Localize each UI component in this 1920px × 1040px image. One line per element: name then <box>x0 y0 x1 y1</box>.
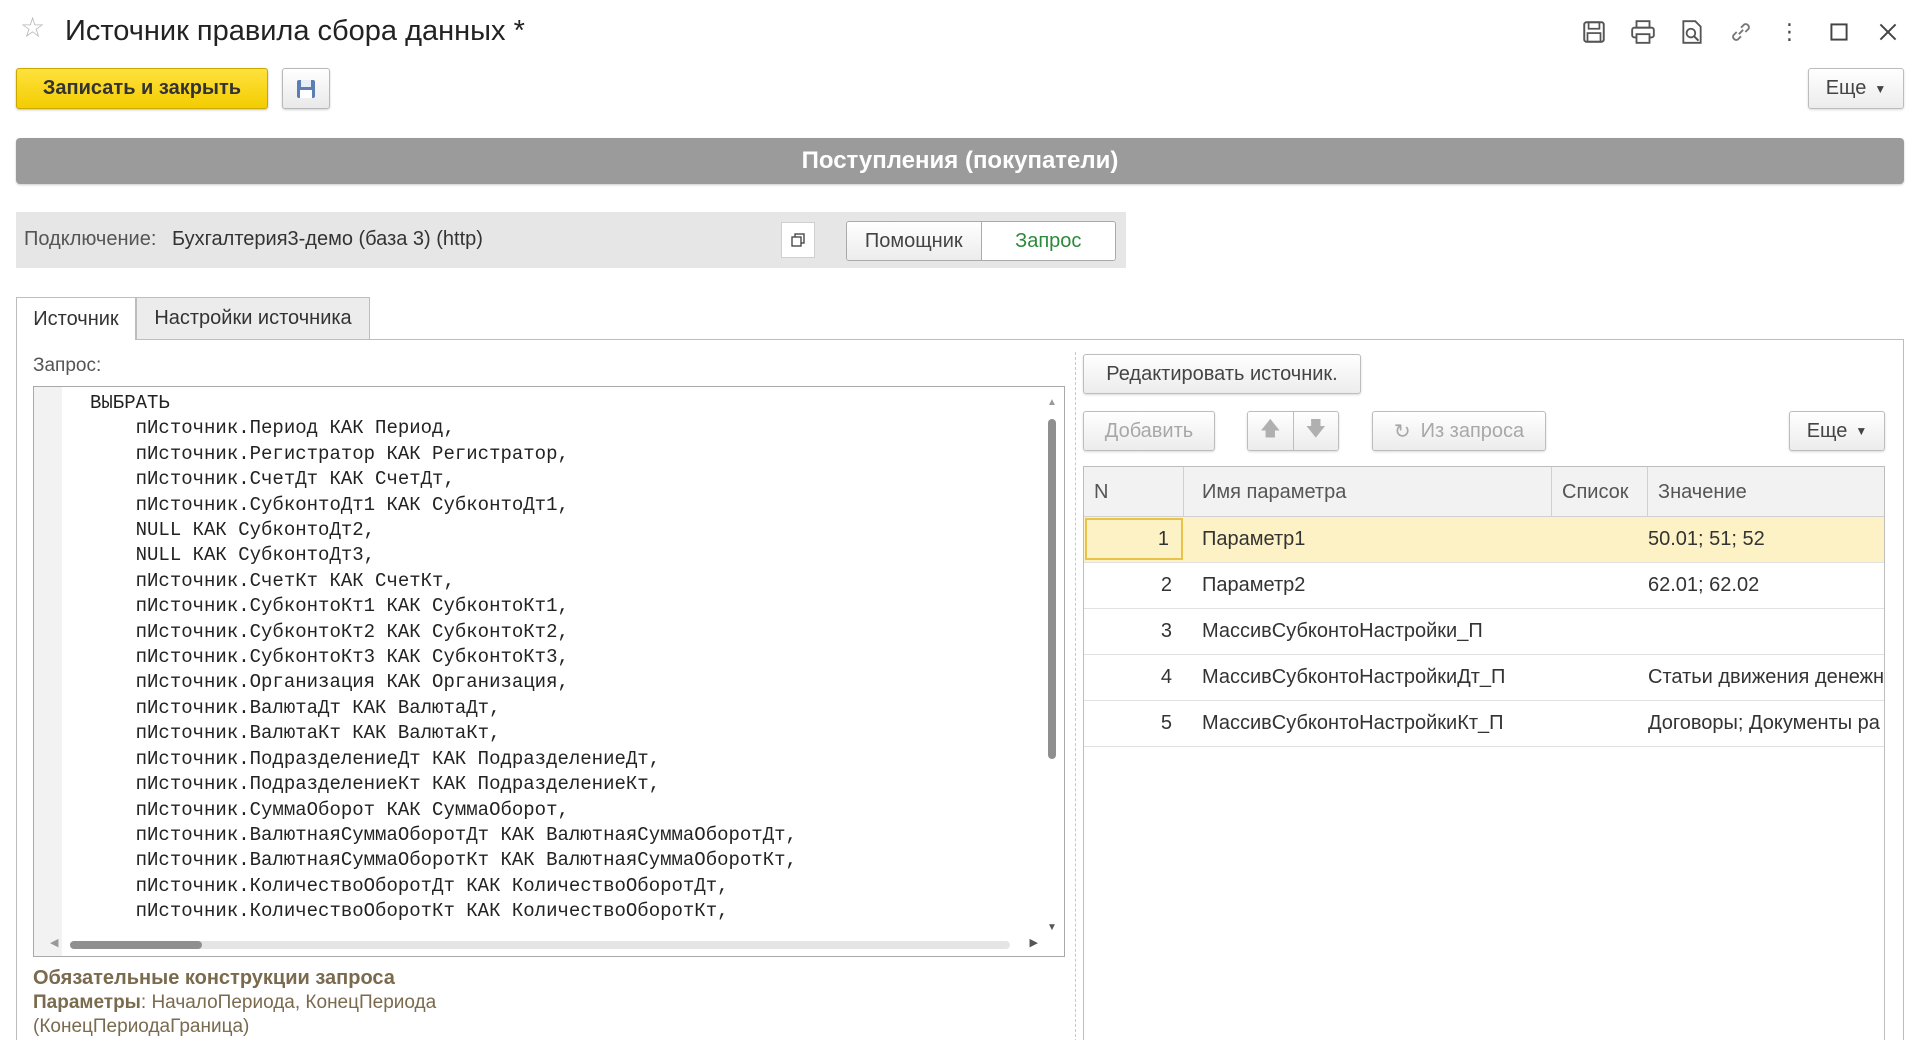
query-editor[interactable]: ВЫБРАТЬ пИсточник.Период КАК Период, пИс… <box>33 386 1065 957</box>
print-icon[interactable] <box>1618 12 1667 52</box>
table-row[interactable]: 5 МассивСубконтоНастройкиКт_П Договоры; До… <box>1084 701 1884 747</box>
title-bar: ☆ Источник правила сбора данных * ⋮ <box>0 0 1920 62</box>
scroll-thumb-h[interactable] <box>70 941 202 949</box>
cell-name[interactable]: МассивСубконтоНастройкиКт_П <box>1202 701 1552 746</box>
table-row[interactable]: 4 МассивСубконтоНастройкиДт_П Статьи движе… <box>1084 655 1884 701</box>
window-actions: ⋮ <box>1569 12 1912 52</box>
save-and-close-button[interactable]: Записать и закрыть <box>16 68 268 109</box>
query-text[interactable]: ВЫБРАТЬ пИсточник.Период КАК Период, пИс… <box>90 391 797 925</box>
editor-gutter <box>34 387 62 956</box>
tab-source-settings[interactable]: Настройки источника <box>136 297 370 339</box>
window-title: Источник правила сбора данных * <box>65 15 525 47</box>
add-button[interactable]: Добавить <box>1083 411 1215 451</box>
cell-value[interactable]: 50.01; 51; 52 <box>1648 517 1884 562</box>
table-row[interactable]: 3 МассивСубконтоНастройки_П <box>1084 609 1884 655</box>
rule-banner: Поступления (покупатели) <box>16 138 1904 184</box>
cell-name[interactable]: МассивСубконтоНастройки_П <box>1202 609 1552 654</box>
star-icon[interactable]: ☆ <box>20 14 45 42</box>
more-button-top[interactable]: Еще ▼ <box>1808 68 1904 109</box>
required-params: Параметры: НачалоПериода, КонецПериода (… <box>33 991 553 1039</box>
mode-query-button[interactable]: Запрос <box>981 222 1115 260</box>
floppy-icon <box>297 79 315 98</box>
kebab-icon[interactable]: ⋮ <box>1765 12 1814 52</box>
close-icon[interactable] <box>1863 12 1912 52</box>
scroll-thumb[interactable] <box>1048 419 1056 759</box>
more-label: Еще <box>1825 77 1867 99</box>
cell-name[interactable]: Параметр2 <box>1202 563 1552 608</box>
scroll-down-icon[interactable]: ▼ <box>1047 922 1057 933</box>
scroll-up-icon[interactable]: ▲ <box>1047 397 1057 408</box>
open-connection-button[interactable] <box>781 222 815 258</box>
cell-n[interactable]: 4 <box>1084 655 1184 700</box>
cell-name[interactable]: Параметр1 <box>1202 517 1552 562</box>
move-up-icon[interactable]: 🡅 <box>1248 412 1294 450</box>
required-constructs-title: Обязательные конструкции запроса <box>33 967 395 989</box>
col-list[interactable]: Список <box>1552 467 1648 517</box>
from-query-label: Из запроса <box>1420 419 1525 442</box>
col-value[interactable]: Значение <box>1648 467 1884 517</box>
col-n[interactable]: N <box>1084 467 1184 517</box>
horizontal-scrollbar[interactable]: ◀ ▶ <box>44 936 1044 952</box>
scroll-left-icon[interactable]: ◀ <box>50 936 58 949</box>
preview-icon[interactable] <box>1667 12 1716 52</box>
maximize-icon[interactable] <box>1814 12 1863 52</box>
save-button[interactable] <box>282 68 330 109</box>
table-row[interactable]: 2 Параметр2 62.01; 62.02 <box>1084 563 1884 609</box>
more-button-params[interactable]: Еще ▼ <box>1789 411 1885 451</box>
edit-source-button[interactable]: Редактировать источник. <box>1083 354 1361 394</box>
tab-source[interactable]: Источник <box>16 297 136 340</box>
open-window-icon <box>791 233 805 247</box>
cell-n[interactable]: 3 <box>1084 609 1184 654</box>
col-name[interactable]: Имя параметра <box>1184 467 1552 517</box>
mode-switch: Помощник Запрос <box>846 221 1116 261</box>
connection-label: Подключение: <box>24 228 157 250</box>
cell-n[interactable]: 2 <box>1084 563 1184 608</box>
move-buttons: 🡅 🡇 <box>1247 411 1339 451</box>
scroll-right-icon[interactable]: ▶ <box>1030 936 1038 949</box>
caret-down-icon: ▼ <box>1855 424 1868 438</box>
table-row[interactable]: 1 Параметр1 50.01; 51; 52 <box>1084 517 1884 563</box>
connection-field[interactable]: Бухгалтерия3-демо (база 3) (http) <box>172 228 483 251</box>
panel-divider[interactable] <box>1075 352 1076 1040</box>
table-header: N Имя параметра Список Значение <box>1084 467 1884 517</box>
caret-down-icon: ▼ <box>1874 81 1887 96</box>
params-table: N Имя параметра Список Значение 1 Парамет… <box>1083 466 1885 1040</box>
scroll-track[interactable] <box>70 941 1010 949</box>
cell-value[interactable]: Договоры; Документы ра <box>1648 701 1884 746</box>
mode-assistant-button[interactable]: Помощник <box>847 222 982 260</box>
query-label: Запрос: <box>33 355 102 376</box>
connection-row: Подключение: Бухгалтерия3-демо (база 3) … <box>16 212 1126 268</box>
save-doc-icon[interactable] <box>1569 12 1618 52</box>
params-label: Параметры <box>33 992 141 1013</box>
cell-value[interactable]: 62.01; 62.02 <box>1648 563 1884 608</box>
cell-n[interactable]: 5 <box>1084 701 1184 746</box>
cell-value[interactable] <box>1648 609 1884 654</box>
more-label: Еще <box>1806 419 1848 442</box>
cell-name[interactable]: МассивСубконтоНастройкиДт_П <box>1202 655 1552 700</box>
cell-n[interactable]: 1 <box>1085 518 1183 560</box>
move-down-icon[interactable]: 🡇 <box>1293 412 1338 450</box>
from-query-button[interactable]: ↻ Из запроса <box>1372 411 1546 451</box>
cell-value[interactable]: Статьи движения денежн <box>1648 655 1884 700</box>
vertical-scrollbar[interactable]: ▲ ▼ <box>1046 397 1058 933</box>
refresh-icon: ↻ <box>1393 420 1411 443</box>
link-icon[interactable] <box>1716 12 1765 52</box>
